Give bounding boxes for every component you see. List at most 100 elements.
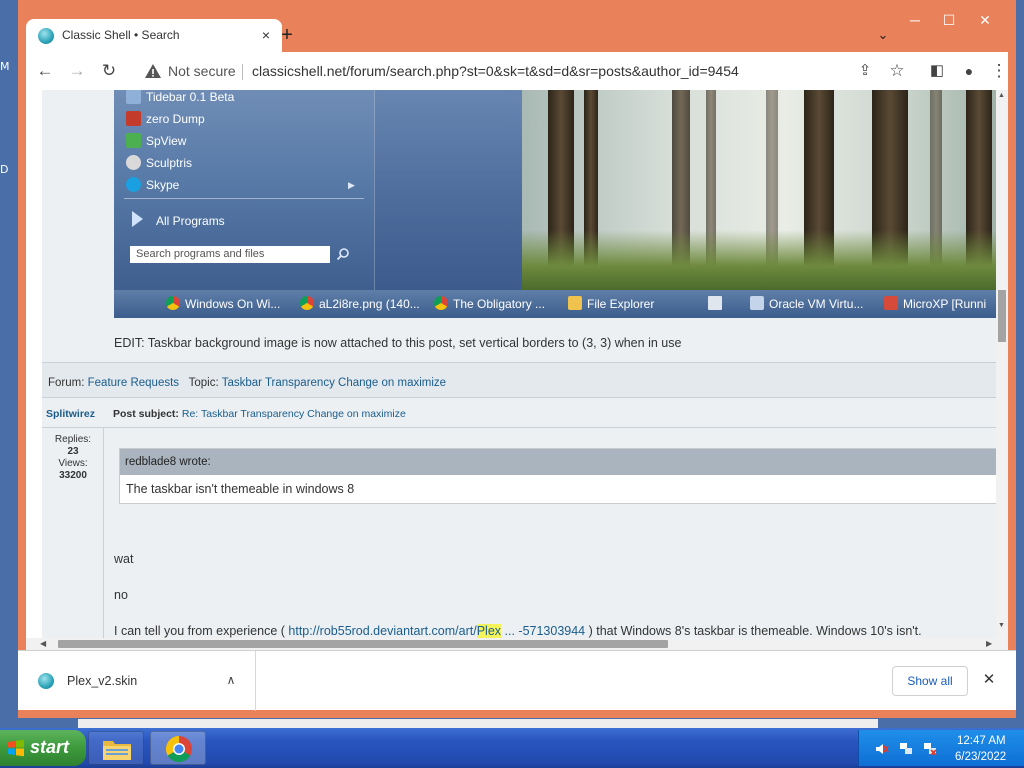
url-text[interactable]: classicshell.net/forum/search.php?st=0&s…	[252, 63, 739, 79]
desktop-icon-label-fragment: D	[0, 163, 9, 176]
browser-toolbar: ← → ↻ Not secure classicshell.net/forum/…	[26, 52, 1008, 90]
scroll-left-icon[interactable]: ◀	[40, 638, 46, 650]
skype-icon	[126, 177, 141, 192]
windows-logo-icon	[8, 739, 24, 757]
close-download-bar-icon[interactable]: ✕	[978, 669, 1000, 691]
back-button[interactable]: ←	[32, 58, 58, 84]
minimize-button[interactable]: ─	[898, 8, 932, 32]
topic-link[interactable]: Taskbar Transparency Change on maximize	[222, 377, 446, 389]
side-panel-icon[interactable]: ◧	[924, 58, 950, 84]
start-menu-item-label: Skype	[146, 178, 180, 192]
forum-link[interactable]: Feature Requests	[88, 377, 179, 389]
bookmark-star-icon[interactable]: ☆	[884, 58, 910, 84]
network-icon[interactable]	[899, 742, 913, 756]
start-menu-item: Tidebar 0.1 Beta	[126, 90, 234, 108]
file-explorer-taskbar-button[interactable]	[88, 731, 144, 765]
start-menu-item: Skype	[126, 174, 179, 196]
system-tray: 12:47 AM 6/23/2022	[858, 730, 1024, 766]
taskbar-item	[708, 293, 727, 315]
post-subject: Post subject: Re: Taskbar Transparency C…	[113, 408, 406, 420]
start-menu-item-label: Sculptris	[146, 156, 193, 170]
classic-shell-favicon-icon	[38, 28, 54, 44]
post-body-line: no	[114, 588, 128, 602]
highlighted-search-term[interactable]: Plex	[476, 624, 502, 638]
tab-classic-shell-search[interactable]: Classic Shell • Search ×	[26, 19, 282, 52]
taskbar-item-label: The Obligatory ...	[453, 297, 546, 311]
tab-strip: Classic Shell • Search × + ⌄ ─ ☐ ✕	[18, 0, 1016, 52]
post-text: ) that Windows 8's taskbar is themeable.…	[588, 624, 922, 638]
post-text: I can tell you from experience (	[114, 624, 285, 638]
scroll-up-icon[interactable]: ▲	[998, 92, 1005, 99]
spview-icon	[126, 133, 141, 148]
post-author-link[interactable]: Splitwirez	[46, 408, 95, 420]
subject-link[interactable]: Taskbar Transparency Change on maximize	[201, 408, 406, 420]
scroll-right-icon[interactable]: ▶	[986, 638, 992, 650]
sculptris-icon	[126, 155, 141, 170]
all-programs-arrow-icon	[132, 211, 143, 227]
forum-label: Forum:	[48, 377, 85, 389]
forum-page: Tidebar 0.1 Beta zero Dump SpView Sculpt…	[42, 90, 1001, 638]
start-button[interactable]: start	[0, 730, 86, 766]
chevron-up-icon[interactable]: ∧	[221, 670, 241, 690]
deviantart-link-end[interactable]: ... -571303944	[505, 624, 586, 638]
maximize-button[interactable]: ☐	[932, 8, 966, 32]
menu-kebab-icon[interactable]: ⋮	[986, 58, 1012, 84]
start-menu-item-label: Tidebar 0.1 Beta	[146, 90, 235, 104]
chrome-taskbar-button[interactable]	[150, 731, 206, 765]
horizontal-scroll-thumb[interactable]	[58, 640, 668, 648]
post-subject-row: Splitwirez Post subject: Re: Taskbar Tra…	[42, 400, 1000, 428]
security-status[interactable]: Not secure	[168, 63, 236, 79]
start-menu-item-label: SpView	[146, 134, 187, 148]
post-attached-image[interactable]: Tidebar 0.1 Beta zero Dump SpView Sculpt…	[114, 90, 1000, 318]
forward-button[interactable]: →	[64, 58, 90, 84]
taskbar-item: The Obligatory ...	[434, 293, 545, 315]
show-all-button[interactable]: Show all	[892, 666, 968, 696]
horizontal-scrollbar[interactable]: ◀ ▶	[26, 638, 1008, 650]
tab-close-icon[interactable]: ×	[256, 24, 276, 46]
vertical-scroll-thumb[interactable]	[998, 290, 1006, 342]
start-label: start	[30, 737, 70, 757]
scroll-down-icon[interactable]: ▼	[998, 622, 1005, 629]
deviantart-link[interactable]: http://rob55rod.deviantart.com/art/	[288, 624, 476, 638]
subject-prefix[interactable]: Re:	[182, 408, 198, 420]
post-stats-column: Replies: 23 Views: 33200	[42, 428, 104, 638]
post-body-line: I can tell you from experience ( http://…	[114, 624, 922, 638]
address-bar[interactable]: Not secure classicshell.net/forum/search…	[138, 56, 836, 86]
chrome-icon	[434, 296, 448, 310]
download-file-name[interactable]: Plex_v2.skin	[67, 674, 137, 688]
post-edit-note: EDIT: Taskbar background image is now at…	[114, 336, 682, 350]
volume-muted-icon[interactable]	[875, 742, 889, 756]
clock-time[interactable]: 12:47 AM	[957, 735, 1006, 747]
tab-title: Classic Shell • Search	[62, 28, 180, 42]
share-icon[interactable]: ⇪	[852, 58, 878, 84]
warning-triangle-icon[interactable]	[144, 62, 162, 80]
download-item[interactable]: Plex_v2.skin ∧	[26, 651, 256, 711]
start-menu-item-label: zero Dump	[146, 112, 205, 126]
views-count: 33200	[59, 470, 87, 481]
new-tab-button[interactable]: +	[274, 22, 300, 48]
network-error-icon[interactable]	[923, 742, 937, 756]
views-label: Views:	[58, 458, 88, 469]
profile-avatar-icon[interactable]: ●	[956, 58, 982, 84]
all-programs-label: All Programs	[156, 214, 225, 228]
chrome-icon	[300, 296, 314, 310]
download-bar: Plex_v2.skin ∧ Show all ✕	[18, 650, 1016, 711]
reload-button[interactable]: ↻	[96, 58, 122, 84]
start-menu-item: zero Dump	[126, 108, 205, 130]
page-viewport[interactable]: Tidebar 0.1 Beta zero Dump SpView Sculpt…	[26, 90, 1008, 650]
tab-search-chevron-icon[interactable]: ⌄	[872, 24, 894, 46]
chrome-icon	[165, 735, 192, 763]
start-search-box: Search programs and files	[130, 246, 330, 263]
download-file-icon	[38, 673, 54, 689]
clock-date[interactable]: 6/23/2022	[955, 751, 1006, 763]
close-window-button[interactable]: ✕	[968, 8, 1002, 32]
subject-label: Post subject:	[113, 408, 179, 420]
quote-block: redblade8 wrote: The taskbar isn't theme…	[119, 448, 1001, 504]
taskbar-item: MicroXP [Runni	[884, 293, 986, 315]
divider	[242, 64, 243, 80]
topic-label: Topic:	[188, 377, 219, 389]
virtualbox-icon	[750, 296, 764, 310]
chrome-window: Classic Shell • Search × + ⌄ ─ ☐ ✕ ← → ↻…	[18, 0, 1016, 718]
search-icon	[336, 248, 349, 261]
vertical-scrollbar[interactable]: ▲ ▼	[996, 90, 1008, 638]
